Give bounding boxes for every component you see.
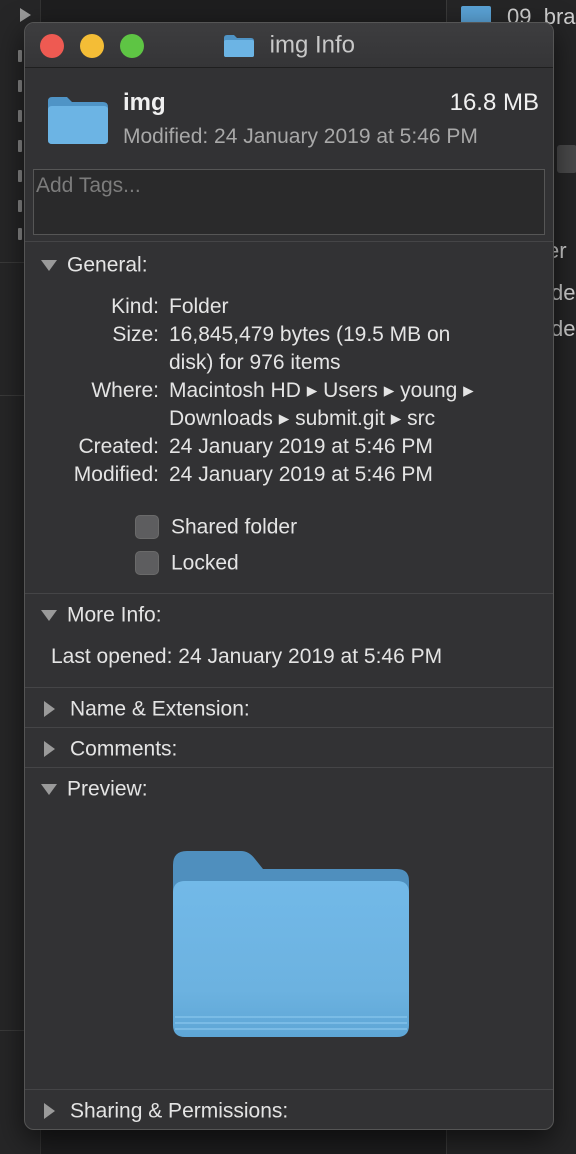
section-name-extension-toggle[interactable]: Name & Extension: — [41, 697, 250, 721]
window-title-text: img Info — [269, 31, 356, 59]
list-marker — [18, 110, 22, 122]
row-value: 24 January 2019 at 5:46 PM — [169, 435, 433, 458]
file-name[interactable]: de — [551, 316, 575, 342]
info-row-created: Created: 24 January 2019 at 5:46 PM — [25, 433, 553, 461]
disclosure-down-icon[interactable] — [41, 259, 57, 271]
list-marker — [18, 80, 22, 92]
info-row-modified: Modified: 24 January 2019 at 5:46 PM — [25, 461, 553, 489]
info-row-kind: Kind: Folder — [25, 293, 553, 321]
play-icon — [20, 8, 31, 22]
folder-icon — [48, 97, 108, 144]
locked-checkbox[interactable]: Locked — [135, 551, 239, 576]
divider — [25, 767, 553, 768]
row-value: Macintosh HD ▸ Users ▸ young ▸ Downloads… — [169, 379, 474, 430]
info-window: img Info img 16.8 MB Modified: 24 Januar… — [24, 22, 554, 1130]
disclosure-right-icon[interactable] — [44, 741, 55, 758]
checkbox-label: Shared folder — [171, 515, 298, 539]
item-modified: Modified: 24 January 2019 at 5:46 PM — [123, 125, 478, 148]
checkbox-label: Locked — [171, 551, 239, 575]
row-label: Created: — [78, 435, 159, 458]
section-preview-toggle[interactable]: Preview: — [41, 777, 148, 801]
tags-placeholder: Add Tags... — [36, 174, 141, 197]
section-title: Comments: — [70, 737, 178, 761]
row-label: Kind: — [111, 295, 159, 318]
row-value: Folder — [169, 295, 229, 318]
divider — [25, 727, 553, 728]
section-title: Sharing & Permissions: — [70, 1099, 289, 1123]
disclosure-right-icon[interactable] — [44, 1103, 55, 1120]
shared-folder-checkbox[interactable]: Shared folder — [135, 515, 298, 540]
item-size: 16.8 MB — [449, 89, 539, 116]
divider — [25, 241, 553, 242]
row-label: Modified: — [73, 463, 159, 486]
row-label: Size: — [112, 323, 159, 346]
title-bar[interactable]: img Info — [25, 23, 553, 68]
window-title: img Info — [25, 31, 553, 60]
disclosure-right-icon[interactable] — [44, 701, 55, 718]
disclosure-down-icon[interactable] — [41, 609, 57, 621]
divider — [25, 687, 553, 688]
list-marker — [18, 170, 22, 182]
checkbox-box[interactable] — [135, 515, 159, 540]
section-title: General: — [67, 253, 148, 277]
section-title: Preview: — [67, 777, 148, 801]
section-title: Name & Extension: — [70, 697, 250, 721]
list-marker — [18, 140, 22, 152]
last-opened: Last opened: 24 January 2019 at 5:46 PM — [51, 645, 443, 668]
list-marker — [18, 200, 22, 212]
section-comments-toggle[interactable]: Comments: — [41, 737, 177, 761]
section-more-info-toggle[interactable]: More Info: — [41, 603, 162, 627]
divider — [25, 1089, 553, 1090]
row-label: Where: — [91, 379, 159, 402]
list-marker — [18, 228, 22, 240]
section-general-toggle[interactable]: General: — [41, 253, 148, 277]
disclosure-down-icon[interactable] — [41, 783, 57, 795]
section-sharing-permissions-toggle[interactable]: Sharing & Permissions: — [41, 1099, 288, 1123]
file-name[interactable]: de — [551, 280, 575, 306]
folder-preview-icon — [173, 851, 409, 1037]
tags-field[interactable]: Add Tags... — [33, 169, 545, 235]
item-name: img — [123, 89, 166, 116]
checkbox-box[interactable] — [135, 551, 159, 576]
info-row-size: Size: 16,845,479 bytes (19.5 MB on disk)… — [25, 321, 553, 377]
section-title: More Info: — [67, 603, 162, 627]
file-tile — [557, 145, 576, 173]
divider — [25, 593, 553, 594]
row-value: 24 January 2019 at 5:46 PM — [169, 463, 433, 486]
list-marker — [18, 50, 22, 62]
row-value: 16,845,479 bytes (19.5 MB on disk) for 9… — [169, 323, 451, 374]
info-row-where: Where: Macintosh HD ▸ Users ▸ young ▸ Do… — [25, 377, 553, 433]
folder-icon — [223, 34, 254, 57]
